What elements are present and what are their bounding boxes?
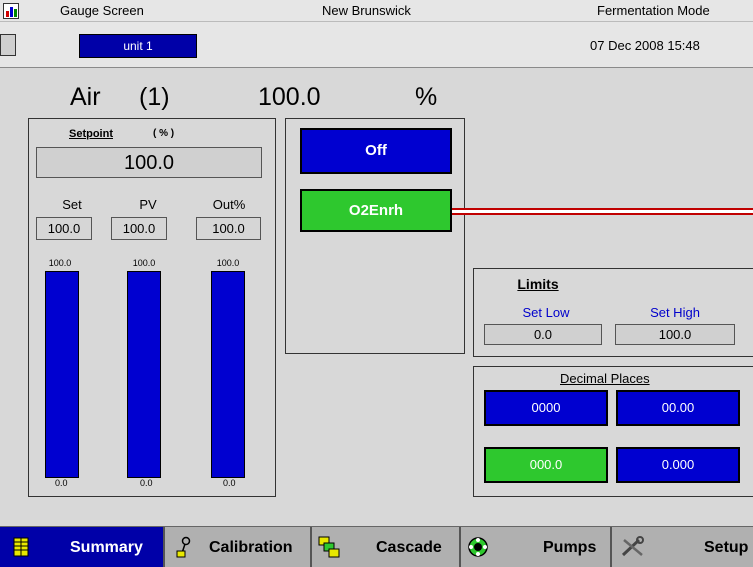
nav-cascade-label: Cascade xyxy=(376,539,442,556)
out-bar-max: 100.0 xyxy=(216,258,240,268)
set-bar-min: 0.0 xyxy=(55,478,68,488)
set-bar xyxy=(45,271,79,478)
pv-bar-max: 100.0 xyxy=(132,258,156,268)
loop-unit: % xyxy=(415,83,438,111)
loop-index: (1) xyxy=(139,83,170,111)
setpoint-field[interactable]: 100.0 xyxy=(36,147,262,178)
unit-scroll-left-button[interactable] xyxy=(0,34,16,56)
nav-calibration[interactable]: Calibration xyxy=(165,527,312,567)
set-bar-max: 100.0 xyxy=(48,258,72,268)
decimal-0000-button[interactable]: 0000 xyxy=(484,390,608,426)
nav-pumps[interactable]: Pumps xyxy=(461,527,612,567)
loop-name: Air xyxy=(70,83,101,111)
set-low-field[interactable]: 0.0 xyxy=(484,324,602,345)
decimal-000-0-button[interactable]: 000.0 xyxy=(484,447,608,483)
mode-label: Fermentation Mode xyxy=(597,3,710,18)
set-low-label: Set Low xyxy=(522,305,570,320)
datetime: 07 Dec 2008 15:48 xyxy=(590,38,700,53)
o2-connection-line xyxy=(452,208,753,215)
bottom-nav: Summary Calibration Cascade Pumps Setup xyxy=(0,526,753,567)
off-button[interactable]: Off xyxy=(300,128,452,174)
pv-bar-min: 0.0 xyxy=(140,478,153,488)
nav-setup-label: Setup xyxy=(704,539,749,556)
pv-bar xyxy=(127,271,161,478)
screen-name: Gauge Screen xyxy=(60,3,144,18)
tools-icon xyxy=(621,536,644,557)
limits-title: Limits xyxy=(517,276,559,292)
set-value: 100.0 xyxy=(36,217,92,240)
loop-value: 100.0 xyxy=(258,83,321,111)
set-high-field[interactable]: 100.0 xyxy=(615,324,735,345)
out-bar xyxy=(211,271,245,478)
decimal-0-000-button[interactable]: 0.000 xyxy=(616,447,740,483)
pv-label: PV xyxy=(139,197,157,212)
nav-summary-label: Summary xyxy=(70,539,143,556)
nav-setup[interactable]: Setup xyxy=(612,527,753,567)
gauge-screen: Gauge Screen New Brunswick Fermentation … xyxy=(0,0,753,567)
title-bar: Gauge Screen New Brunswick Fermentation … xyxy=(0,0,753,22)
calibration-icon xyxy=(176,536,191,558)
decimal-00-00-button[interactable]: 00.00 xyxy=(616,390,740,426)
out-label: Out% xyxy=(212,197,246,212)
o2-enrich-button[interactable]: O2Enrh xyxy=(300,189,452,232)
decimal-places-title: Decimal Places xyxy=(560,371,650,386)
unit-tab[interactable]: unit 1 xyxy=(79,34,197,58)
set-high-label: Set High xyxy=(650,305,700,320)
nav-cascade[interactable]: Cascade xyxy=(312,527,461,567)
out-value: 100.0 xyxy=(196,217,261,240)
grid-icon xyxy=(13,537,29,557)
cascade-icon xyxy=(318,536,340,558)
nav-pumps-label: Pumps xyxy=(543,539,597,556)
pump-icon xyxy=(468,537,488,557)
unit-bar: unit 1 07 Dec 2008 15:48 xyxy=(0,22,753,68)
setpoint-unit: ( % ) xyxy=(153,128,175,139)
set-label: Set xyxy=(62,197,82,212)
out-bar-min: 0.0 xyxy=(223,478,236,488)
company-name: New Brunswick xyxy=(322,3,411,18)
nav-summary[interactable]: Summary xyxy=(0,527,165,567)
setpoint-label: Setpoint xyxy=(69,128,113,140)
pv-value: 100.0 xyxy=(111,217,167,240)
bar-chart-icon xyxy=(3,3,19,19)
nav-calibration-label: Calibration xyxy=(209,539,293,556)
